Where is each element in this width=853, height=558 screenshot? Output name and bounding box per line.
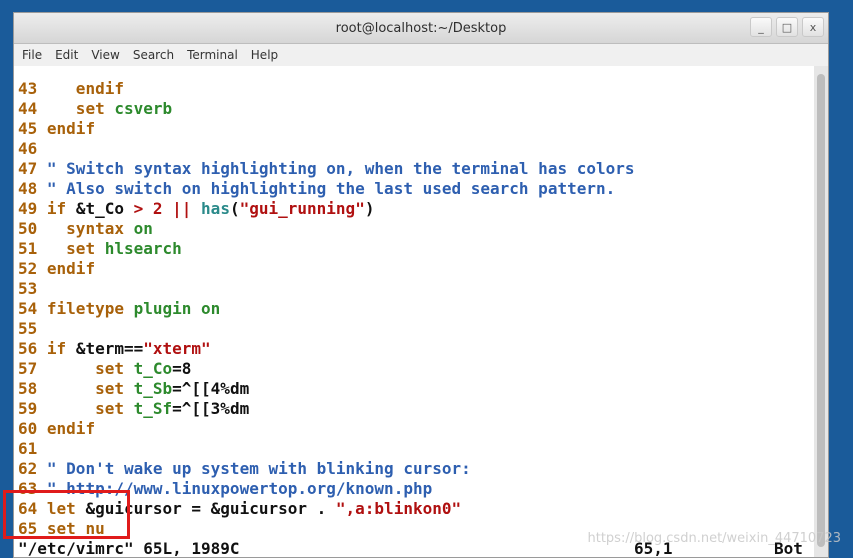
code-line: 54 filetype plugin on [18, 299, 220, 319]
title-bar[interactable]: root@localhost:~/Desktop _ □ x [14, 13, 828, 44]
code-token: on [133, 219, 153, 238]
terminal-content[interactable]: "/etc/vimrc" 65L, 1989C 65,1 Bot 43 endi… [14, 66, 814, 557]
code-line: 57 set t_Co=8 [18, 359, 191, 379]
code-token: set [46, 359, 134, 378]
menu-search[interactable]: Search [133, 48, 174, 62]
line-number: 43 [18, 79, 47, 98]
code-line: 56 if &term=="xterm" [18, 339, 211, 359]
terminal-scrollbar[interactable] [814, 66, 828, 557]
menu-terminal[interactable]: Terminal [187, 48, 238, 62]
code-token: endif [46, 79, 124, 98]
code-token: " Switch syntax highlighting on, when th… [46, 159, 635, 178]
code-line: 45 endif [18, 119, 95, 139]
code-token: "xterm" [143, 339, 211, 358]
window-title: root@localhost:~/Desktop [335, 20, 507, 36]
code-token: t_Sf [133, 399, 173, 418]
line-number: 58 [18, 379, 47, 398]
highlight-annotation-box [3, 490, 130, 539]
code-token: " Don't wake up system with blinking cur… [46, 459, 471, 478]
code-token: &t_Co [75, 199, 134, 218]
code-line: 55 [18, 319, 37, 339]
menu-edit[interactable]: Edit [55, 48, 78, 62]
code-line: 43 endif [18, 79, 124, 99]
line-number: 49 [18, 199, 47, 218]
code-line: 58 set t_Sb=^[[4%dm [18, 379, 249, 399]
line-number: 55 [18, 319, 38, 338]
code-line: 60 endif [18, 419, 95, 439]
code-token: set [46, 379, 134, 398]
code-token: =8 [172, 359, 192, 378]
menu-file[interactable]: File [22, 48, 42, 62]
code-line: 46 [18, 139, 37, 159]
code-token: "gui_running" [239, 199, 365, 218]
code-token: =^[[4%dm [172, 379, 250, 398]
code-line: 47 " Switch syntax highlighting on, when… [18, 159, 635, 179]
code-token: =^[[3%dm [172, 399, 250, 418]
line-number: 59 [18, 399, 47, 418]
status-file-info: "/etc/vimrc" 65L, 1989C [18, 539, 240, 558]
code-token: set [46, 399, 134, 418]
code-token: if [46, 339, 76, 358]
code-line: 49 if &t_Co > 2 || has("gui_running") [18, 199, 374, 219]
code-token: endif [46, 419, 96, 438]
code-token: ",a:blinkon0" [335, 499, 462, 518]
line-number: 51 [18, 239, 47, 258]
window-controls: _ □ x [750, 17, 824, 37]
line-number: 45 [18, 119, 47, 138]
line-number: 60 [18, 419, 47, 438]
code-token: t_Sb [133, 379, 173, 398]
code-line: 51 set hlsearch [18, 239, 182, 259]
code-line: 59 set t_Sf=^[[3%dm [18, 399, 249, 419]
code-token: set [46, 239, 105, 258]
code-token: set [46, 99, 115, 118]
line-number: 61 [18, 439, 38, 458]
menu-help[interactable]: Help [251, 48, 278, 62]
code-token: plugin on [133, 299, 221, 318]
line-number: 48 [18, 179, 47, 198]
code-token: filetype [46, 299, 134, 318]
menu-bar: File Edit View Search Terminal Help [14, 44, 828, 66]
line-number: 46 [18, 139, 38, 158]
code-token: hlsearch [104, 239, 182, 258]
line-number: 50 [18, 219, 47, 238]
code-token: > 2 || [133, 199, 202, 218]
menu-view[interactable]: View [91, 48, 119, 62]
code-token: has [201, 199, 230, 218]
terminal-window: root@localhost:~/Desktop _ □ x File Edit… [13, 12, 829, 558]
line-number: 62 [18, 459, 47, 478]
code-line: 61 [18, 439, 37, 459]
code-line: 52 endif [18, 259, 95, 279]
code-line: 44 set csverb [18, 99, 172, 119]
code-line: 48 " Also switch on highlighting the las… [18, 179, 615, 199]
code-token: ( [229, 199, 240, 218]
line-number: 57 [18, 359, 47, 378]
line-number: 44 [18, 99, 47, 118]
code-line: 50 syntax on [18, 219, 153, 239]
line-number: 56 [18, 339, 47, 358]
line-number: 54 [18, 299, 47, 318]
code-token: endif [46, 119, 96, 138]
code-token: syntax [46, 219, 134, 238]
watermark: https://blog.csdn.net/weixin_44710723 [587, 531, 841, 546]
minimize-icon[interactable]: _ [750, 17, 772, 37]
code-token: ) [364, 199, 375, 218]
code-token: endif [46, 259, 96, 278]
code-line: 62 " Don't wake up system with blinking … [18, 459, 471, 479]
code-token: csverb [114, 99, 173, 118]
maximize-icon[interactable]: □ [776, 17, 798, 37]
code-token: if [46, 199, 76, 218]
code-line: 53 [18, 279, 37, 299]
line-number: 47 [18, 159, 47, 178]
scrollbar-thumb[interactable] [817, 74, 825, 547]
line-number: 53 [18, 279, 38, 298]
code-token: &term== [75, 339, 144, 358]
close-icon[interactable]: x [802, 17, 824, 37]
line-number: 52 [18, 259, 47, 278]
code-token: t_Co [133, 359, 173, 378]
code-token: " Also switch on highlighting the last u… [46, 179, 616, 198]
